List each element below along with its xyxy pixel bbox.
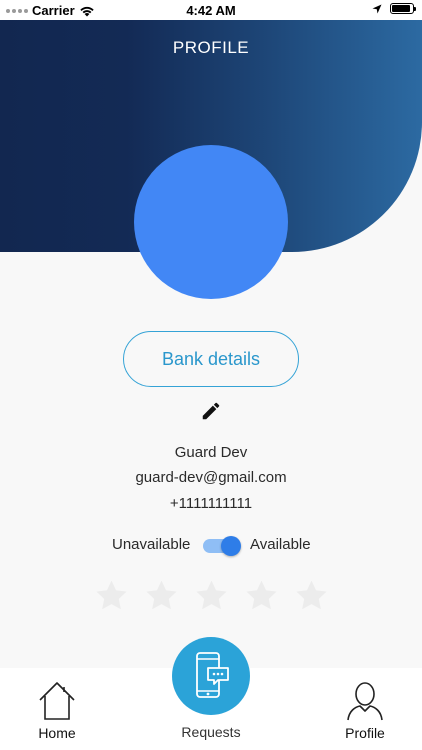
battery-icon — [390, 3, 416, 14]
user-phone: +1111111111 — [169, 495, 253, 512]
requests-button[interactable] — [172, 637, 250, 715]
nav-home-label: Home — [38, 725, 76, 741]
star-icon[interactable] — [244, 578, 279, 613]
battery-fill — [392, 5, 410, 12]
status-bar: Carrier 4:42 AM — [0, 0, 422, 20]
star-icon[interactable] — [94, 578, 129, 613]
status-right — [372, 3, 416, 14]
nav-profile-label: Profile — [345, 725, 385, 741]
star-icon[interactable] — [144, 578, 179, 613]
availability-toggle[interactable] — [203, 536, 241, 556]
unavailable-label: Unavailable — [112, 536, 191, 553]
star-icon[interactable] — [294, 578, 329, 613]
profile-screen: Carrier 4:42 AM PROFILE Bank details Gua… — [0, 0, 422, 750]
rating-stars — [94, 578, 329, 613]
page-title: PROFILE — [172, 38, 250, 57]
star-icon[interactable] — [194, 578, 229, 613]
status-time: 4:42 AM — [186, 3, 236, 18]
user-icon — [347, 682, 383, 721]
avatar[interactable] — [134, 145, 288, 299]
nav-profile[interactable]: Profile — [330, 680, 400, 741]
user-name: Guard Dev — [174, 444, 248, 461]
location-arrow-icon — [372, 4, 382, 13]
availability-row: Unavailable Available — [0, 534, 422, 556]
nav-requests-label[interactable]: Requests — [160, 724, 262, 740]
user-email: guard-dev@gmail.com — [135, 469, 287, 486]
nav-home[interactable]: Home — [22, 680, 92, 741]
available-label: Available — [250, 536, 311, 553]
home-icon — [39, 682, 75, 720]
toggle-thumb[interactable] — [221, 536, 241, 556]
phone-chat-icon — [196, 652, 229, 698]
pencil-icon[interactable] — [200, 400, 222, 422]
bank-details-button[interactable]: Bank details — [123, 331, 299, 387]
